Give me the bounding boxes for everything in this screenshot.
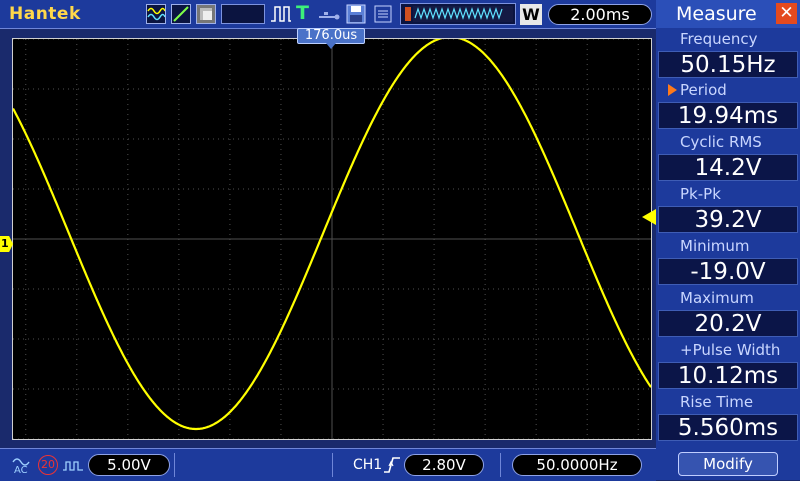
status-box — [221, 4, 265, 24]
top-toolbar: Hantek T W 2.00ms — [0, 0, 656, 29]
timebase-readout[interactable]: 2.00ms — [548, 4, 652, 25]
persistence-icon[interactable] — [196, 4, 216, 24]
bandwidth-limit-indicator: 20 — [38, 455, 58, 475]
trigger-position-arrow-icon — [326, 43, 336, 49]
measure-value-rise-time[interactable]: 5.560ms — [658, 414, 798, 441]
w-indicator[interactable]: W — [520, 4, 542, 25]
measure-value-frequency[interactable]: 50.15Hz — [658, 51, 798, 78]
rising-edge-icon — [383, 456, 401, 478]
modify-button[interactable]: Modify — [678, 452, 778, 476]
measure-title-text: Measure — [676, 3, 757, 25]
waveform-plot — [13, 39, 651, 439]
measure-label-period: Period — [680, 81, 727, 99]
measure-label-pulse-width: +Pulse Width — [680, 341, 781, 359]
close-icon[interactable]: ✕ — [776, 3, 797, 24]
measure-panel: Measure ✕ Frequency 50.15Hz Period 19.94… — [656, 0, 800, 480]
line-icon[interactable] — [171, 4, 191, 24]
measure-label-maximum: Maximum — [680, 289, 754, 307]
memory-wave-icon — [413, 6, 513, 22]
trigger-level-arrow-icon[interactable] — [642, 209, 656, 225]
coupling-label: AC — [14, 465, 28, 476]
bottom-status-bar: AC 20 5.00V CH1 2.80V 50.0000Hz — [0, 448, 656, 481]
ch1-scale-readout[interactable]: 5.00V — [88, 454, 170, 476]
separator — [500, 453, 501, 477]
measure-value-period[interactable]: 19.94ms — [658, 102, 798, 129]
save-icon[interactable] — [346, 4, 366, 28]
separator — [174, 453, 175, 477]
measure-value-minimum[interactable]: -19.0V — [658, 258, 798, 285]
memory-marker — [405, 7, 411, 21]
measure-value-pulse-width[interactable]: 10.12ms — [658, 362, 798, 389]
trigger-frequency-readout: 50.0000Hz — [512, 454, 642, 476]
measure-value-cyclic-rms[interactable]: 14.2V — [658, 154, 798, 181]
trigger-icon[interactable]: T — [296, 2, 309, 24]
measure-value-pk-pk[interactable]: 39.2V — [658, 206, 798, 233]
measure-value-maximum[interactable]: 20.2V — [658, 310, 798, 337]
graticule — [13, 39, 651, 439]
measure-label-cyclic-rms: Cyclic RMS — [680, 133, 762, 151]
trigger-source-label[interactable]: CH1 — [353, 457, 382, 473]
wave-display-icon[interactable] — [146, 4, 166, 24]
usb-icon — [318, 8, 340, 27]
measure-label-minimum: Minimum — [680, 237, 750, 255]
separator — [332, 453, 333, 477]
brand-logo: Hantek — [9, 4, 81, 24]
measure-panel-title: Measure ✕ — [656, 0, 800, 28]
trigger-level-readout[interactable]: 2.80V — [404, 454, 484, 476]
run-icon[interactable] — [270, 4, 292, 28]
measure-label-frequency: Frequency — [680, 30, 758, 48]
measure-label-rise-time: Rise Time — [680, 393, 754, 411]
measure-label-pk-pk: Pk-Pk — [680, 185, 721, 203]
trigger-position-label[interactable]: 176.0us — [297, 28, 365, 44]
probe-icon — [62, 458, 84, 477]
menu-icon[interactable] — [373, 4, 393, 28]
scope-screen — [12, 38, 652, 440]
memory-overview[interactable] — [400, 3, 516, 25]
selected-arrow-icon — [668, 84, 677, 96]
